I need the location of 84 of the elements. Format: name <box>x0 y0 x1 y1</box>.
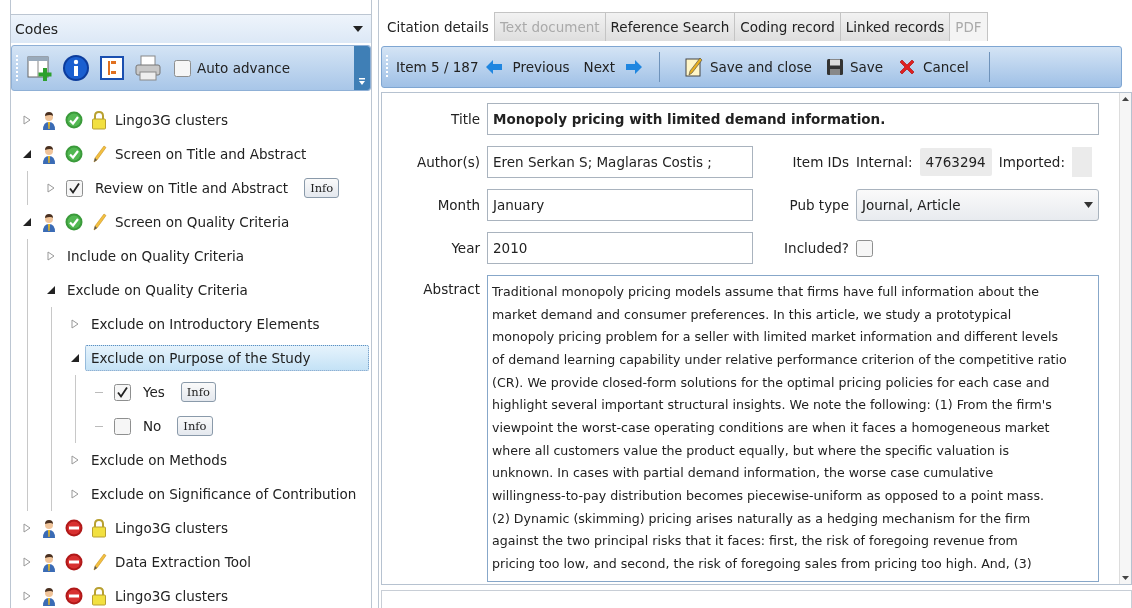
overflow-arrow-icon <box>358 78 366 86</box>
info-button[interactable]: Info <box>304 178 340 198</box>
save-button[interactable]: Save <box>821 56 888 78</box>
tree-item[interactable]: Screen on Quality Criteria <box>109 209 296 235</box>
expanded-arrow-icon[interactable] <box>70 353 80 363</box>
field-label: Internal: <box>856 154 913 170</box>
tree-item[interactable]: No <box>137 413 168 439</box>
next-button[interactable]: Next <box>579 57 620 77</box>
save-and-close-button[interactable]: Save and close <box>680 54 816 80</box>
collapsed-arrow-icon[interactable] <box>22 591 32 601</box>
tree-item[interactable]: Lingo3G clusters <box>109 107 234 133</box>
item-counter: Item 5 / 187 <box>396 59 479 75</box>
info-button[interactable]: Info <box>180 382 216 402</box>
pencil-document-icon <box>684 56 705 78</box>
checked-checkbox[interactable] <box>114 383 131 401</box>
previous-button[interactable]: Previous <box>508 57 574 77</box>
tree-item[interactable]: Exclude on Introductory Elements <box>85 311 326 337</box>
collapsed-arrow-icon[interactable] <box>46 251 56 261</box>
add-window-icon[interactable] <box>26 54 54 82</box>
scroll-up-icon <box>1122 97 1129 101</box>
tree-item[interactable]: Review on Title and Abstract <box>89 175 295 201</box>
person-icon <box>41 110 57 130</box>
field-label: Pub type <box>788 197 849 213</box>
panel-title: Codes <box>15 21 59 37</box>
tree-item[interactable]: Exclude on Methods <box>85 447 233 473</box>
input-field[interactable]: January <box>487 189 753 221</box>
checked-checkbox[interactable] <box>66 179 83 197</box>
expanded-arrow-icon[interactable] <box>22 149 32 159</box>
tree-item[interactable]: Lingo3G clusters <box>109 515 234 541</box>
tab[interactable]: Reference Search <box>604 12 736 41</box>
field-label: Included? <box>783 240 849 256</box>
tree-item[interactable]: Exclude on Purpose of the Study <box>85 345 369 371</box>
tab[interactable]: Linked records <box>839 12 951 41</box>
expanded-arrow-icon[interactable] <box>46 285 56 295</box>
input-field[interactable]: Eren Serkan S; Maglaras Costis ; <box>487 146 753 178</box>
dropdown-arrow-icon[interactable] <box>353 26 363 32</box>
text-area[interactable]: Traditional monopoly pricing models assume that firms have full information about the market demand and consumer preferences. In this article, we study a prototypical monopoly pricing problem for a seller with limited market information and different levels of demand learning capability under relative performance criterion of the competitive ratio (CR). We provide closed-form solutions for the optimal pricing policies for each case and highlight several important structural insights. We note the following: (1) From the firm's viewpoint the worst-case operating conditions are when it faces a homogeneous market where all customers value the product equally, but where the specific valuation is unknown. In cases with partial demand information, the worse case cumulative willingness-to-pay distribution becomes piecewise-uniform as opposed to a point mass. (2) Dynamic (skimming) pricing arises naturally as a hedging mechanism for the firm against the two principal risks that it faces: first, the risk of foregoing revenue from pricing too low, and second, the risk of foregoing sales from pricing too high. And, (3) <box>487 275 1099 582</box>
collapsed-arrow-icon[interactable] <box>70 319 80 329</box>
field-label: Month <box>436 197 480 213</box>
person-icon <box>41 552 57 572</box>
left-arrow-icon[interactable] <box>484 59 503 75</box>
printer-icon[interactable] <box>134 54 162 82</box>
input-field[interactable]: 2010 <box>487 232 753 264</box>
input-field[interactable]: Monopoly pricing with limited demand information. <box>487 103 1099 135</box>
collapsed-arrow-icon[interactable] <box>70 489 80 499</box>
hierarchy-icon[interactable] <box>98 54 126 82</box>
checkbox[interactable] <box>856 239 873 257</box>
person-icon <box>41 586 57 606</box>
field-label: Abstract <box>422 280 480 297</box>
tree-item[interactable]: Include on Quality Criteria <box>61 243 250 269</box>
dropdown-arrow-icon <box>1084 202 1093 208</box>
expanded-arrow-icon[interactable] <box>22 217 32 227</box>
field-label: Author(s) <box>415 154 480 170</box>
tree-item[interactable]: Exclude on Quality Criteria <box>61 277 254 303</box>
person-icon <box>41 212 57 232</box>
tab[interactable]: Coding record <box>734 12 841 41</box>
tree-item[interactable]: Yes <box>137 379 171 405</box>
id-value: 4763294 <box>919 148 992 176</box>
collapsed-arrow-icon[interactable] <box>22 557 32 567</box>
person-icon <box>41 518 57 538</box>
field-label: Imported: <box>998 154 1065 170</box>
cancel-button[interactable]: Cancel <box>893 55 973 79</box>
info-icon[interactable] <box>62 54 90 82</box>
field-label: Year <box>450 240 480 256</box>
tree-item[interactable]: Exclude on Significance of Contribution <box>85 481 363 507</box>
tree-item[interactable]: Screen on Title and Abstract <box>109 141 313 167</box>
scrollbar[interactable] <box>1119 93 1131 584</box>
collapsed-arrow-icon[interactable] <box>22 115 32 125</box>
checkbox[interactable] <box>174 59 191 77</box>
tree-item[interactable]: Lingo3G clusters <box>109 583 234 608</box>
checkbox-label[interactable]: Auto advance <box>197 60 291 76</box>
person-icon <box>41 144 57 164</box>
dropdown[interactable]: Journal, Article <box>856 189 1099 221</box>
checkbox[interactable] <box>114 417 131 435</box>
right-arrow-icon[interactable] <box>625 59 644 75</box>
collapsed-arrow-icon[interactable] <box>22 523 32 533</box>
toolbar-overflow-button[interactable] <box>354 46 370 90</box>
collapsed-arrow-icon[interactable] <box>70 455 80 465</box>
scroll-down-icon <box>1122 576 1129 580</box>
info-button[interactable]: Info <box>177 416 213 436</box>
field-label: Item IDs <box>791 154 849 170</box>
tree-item[interactable]: Data Extraction Tool <box>109 549 257 575</box>
collapsed-arrow-icon[interactable] <box>46 183 56 193</box>
field-label: Title <box>450 111 480 127</box>
